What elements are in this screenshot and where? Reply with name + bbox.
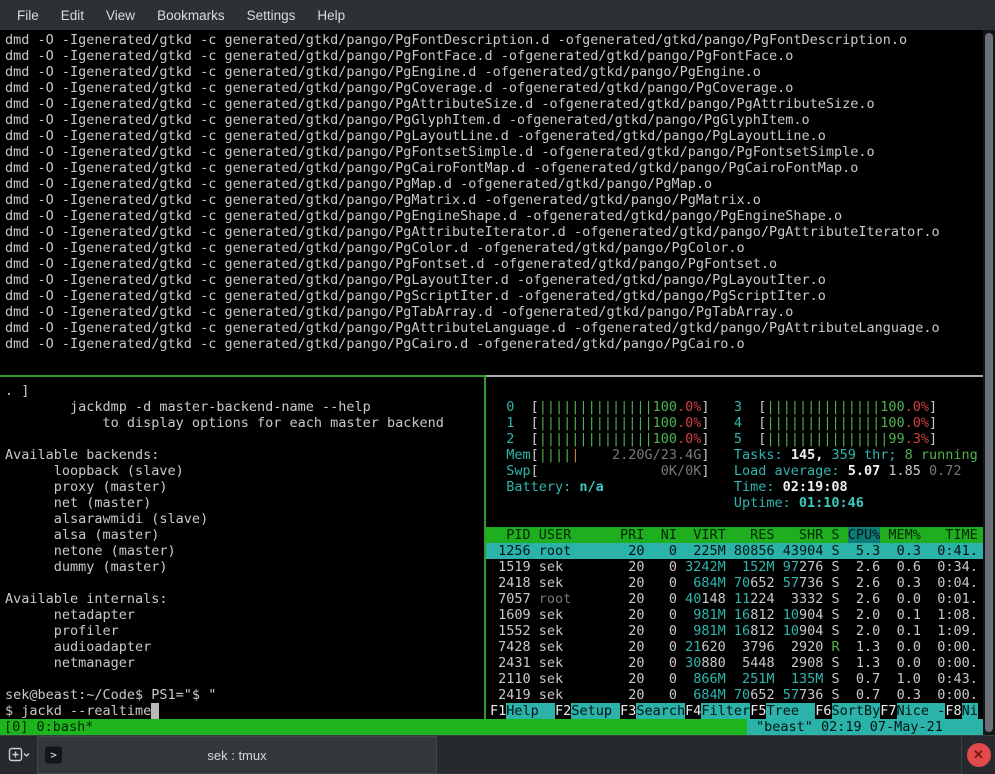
terminal-line bbox=[5, 575, 489, 591]
terminal-line: alsarawmidi (slave) bbox=[5, 511, 489, 527]
fkey-F2[interactable]: F2Setup bbox=[555, 703, 620, 719]
fkey-F8[interactable]: F8Ni bbox=[945, 703, 978, 719]
htop-cpu-meter-row: 0 [||||||||||||||100.0%] 3 [||||||||||||… bbox=[486, 399, 983, 415]
terminal-line: dmd -O -Igenerated/gtkd -c generated/gtk… bbox=[5, 112, 988, 128]
terminal-line: proxy (master) bbox=[5, 479, 489, 495]
menu-item-settings[interactable]: Settings bbox=[236, 3, 307, 28]
htop-info-row: Swp[ 0K/0K] Load average: 5.07 1.85 0.72 bbox=[486, 463, 983, 479]
terminal-line: alsa (master) bbox=[5, 527, 489, 543]
process-row[interactable]: 7057 root 20 0 40148 11224 3332 S 2.6 0.… bbox=[486, 591, 983, 607]
terminal-line: profiler bbox=[5, 623, 489, 639]
process-row[interactable]: 1552 sek 20 0 981M 16812 10904 S 2.0 0.1… bbox=[486, 623, 983, 639]
htop-fkey-bar: F1Help F2Setup F3SearchF4FilterF5Tree F6… bbox=[486, 703, 983, 719]
terminal-line: dmd -O -Igenerated/gtkd -c generated/gtk… bbox=[5, 160, 988, 176]
terminal-scrollbar[interactable] bbox=[983, 30, 995, 735]
htop-cpu-meter-row: 2 [||||||||||||||100.0%] 5 [||||||||||||… bbox=[486, 431, 983, 447]
terminal-line: dmd -O -Igenerated/gtkd -c generated/gtk… bbox=[5, 272, 988, 288]
menu-item-view[interactable]: View bbox=[95, 3, 146, 28]
process-row[interactable]: 7428 sek 20 0 21620 3796 2920 R 1.3 0.0 … bbox=[486, 639, 983, 655]
terminal-line bbox=[5, 671, 489, 687]
menu-item-edit[interactable]: Edit bbox=[50, 3, 95, 28]
htop-info-row: Mem[||||| 2.20G/23.4G] Tasks: 145, 359 t… bbox=[486, 447, 983, 463]
fkey-F7[interactable]: F7Nice - bbox=[880, 703, 945, 719]
terminal-line: Available internals: bbox=[5, 591, 489, 607]
process-row[interactable]: 1256 root 20 0 225M 80856 43904 S 5.3 0.… bbox=[486, 543, 983, 559]
terminal-line: loopback (slave) bbox=[5, 463, 489, 479]
terminal-line: dmd -O -Igenerated/gtkd -c generated/gtk… bbox=[5, 208, 988, 224]
menu-bar: FileEditViewBookmarksSettingsHelp bbox=[0, 0, 995, 30]
process-row[interactable]: 1609 sek 20 0 981M 16812 10904 S 2.0 0.1… bbox=[486, 607, 983, 623]
terminal-line: dmd -O -Igenerated/gtkd -c generated/gtk… bbox=[5, 64, 988, 80]
terminal-line: dmd -O -Igenerated/gtkd -c generated/gtk… bbox=[5, 128, 988, 144]
fkey-F6[interactable]: F6SortBy bbox=[815, 703, 880, 719]
scrollbar-thumb[interactable] bbox=[985, 33, 993, 732]
terminal-icon: > bbox=[45, 747, 62, 764]
tmux-host-clock-label: "beast" 02:19 07-May-21 bbox=[747, 719, 983, 735]
terminal-line: netadapter bbox=[5, 607, 489, 623]
sort-column-header: CPU% bbox=[848, 527, 881, 543]
text-cursor bbox=[151, 703, 159, 719]
process-row[interactable]: 2110 sek 20 0 866M 251M 135M S 0.7 1.0 0… bbox=[486, 671, 983, 687]
terminal-line: dmd -O -Igenerated/gtkd -c generated/gtk… bbox=[5, 144, 988, 160]
fkey-F5[interactable]: F5Tree bbox=[750, 703, 815, 719]
tmux-pane-htop[interactable]: 0 [||||||||||||||100.0%] 3 [||||||||||||… bbox=[486, 377, 983, 741]
menu-item-bookmarks[interactable]: Bookmarks bbox=[146, 3, 236, 28]
tmux-pane-shell[interactable]: . ] jackdmp -d master-backend-name --hel… bbox=[0, 377, 489, 725]
terminal-line: dmd -O -Igenerated/gtkd -c generated/gtk… bbox=[5, 288, 988, 304]
terminal-line: dmd -O -Igenerated/gtkd -c generated/gtk… bbox=[5, 336, 988, 352]
tab-bar-empty-space bbox=[437, 736, 961, 774]
terminal-line: dmd -O -Igenerated/gtkd -c generated/gtk… bbox=[5, 240, 988, 256]
terminal-line: dmd -O -Igenerated/gtkd -c generated/gtk… bbox=[5, 192, 988, 208]
process-row[interactable]: 2418 sek 20 0 684M 70652 57736 S 2.6 0.3… bbox=[486, 575, 983, 591]
terminal-line: dmd -O -Igenerated/gtkd -c generated/gtk… bbox=[5, 96, 988, 112]
terminal-line: dmd -O -Igenerated/gtkd -c generated/gtk… bbox=[5, 304, 988, 320]
terminal-line bbox=[5, 431, 489, 447]
terminal-line: netmanager bbox=[5, 655, 489, 671]
fkey-F4[interactable]: F4Filter bbox=[685, 703, 750, 719]
terminal-line: Available backends: bbox=[5, 447, 489, 463]
htop-cpu-meter-row: 1 [||||||||||||||100.0%] 4 [||||||||||||… bbox=[486, 415, 983, 431]
shell-prompt-line: $ jackd --realtime bbox=[5, 703, 489, 719]
fkey-F3[interactable]: F3Search bbox=[620, 703, 685, 719]
menu-item-help[interactable]: Help bbox=[306, 3, 356, 28]
terminal-line: to display options for each master backe… bbox=[5, 415, 489, 431]
menu-item-file[interactable]: File bbox=[6, 3, 50, 28]
new-tab-icon bbox=[8, 747, 30, 763]
terminal-line: dmd -O -Igenerated/gtkd -c generated/gtk… bbox=[5, 80, 988, 96]
terminal-line: net (master) bbox=[5, 495, 489, 511]
tab-sek-tmux[interactable]: > sek : tmux bbox=[37, 736, 437, 774]
htop-info-row: Battery: n/a Time: 02:19:08 bbox=[486, 479, 983, 495]
terminal-line: netone (master) bbox=[5, 543, 489, 559]
terminal-line: dmd -O -Igenerated/gtkd -c generated/gtk… bbox=[5, 48, 988, 64]
terminal-area[interactable]: dmd -O -Igenerated/gtkd -c generated/gtk… bbox=[0, 30, 995, 735]
process-row[interactable]: 2431 sek 20 0 30880 5448 2908 S 1.3 0.0 … bbox=[486, 655, 983, 671]
terminal-line: sek@beast:~/Code$ PS1="$ " bbox=[5, 687, 489, 703]
terminal-line: dmd -O -Igenerated/gtkd -c generated/gtk… bbox=[5, 224, 988, 240]
close-icon[interactable]: ✕ bbox=[967, 743, 991, 767]
tmux-session-window-label: [0] 0:bash* bbox=[0, 719, 93, 735]
terminal-line: . ] bbox=[5, 383, 489, 399]
fkey-F1[interactable]: F1Help bbox=[490, 703, 555, 719]
terminal-line: dmd -O -Igenerated/gtkd -c generated/gtk… bbox=[5, 256, 988, 272]
process-row[interactable]: 1519 sek 20 0 3242M 152M 97276 S 2.6 0.6… bbox=[486, 559, 983, 575]
htop-info-row bbox=[486, 511, 983, 527]
process-row[interactable]: 2419 sek 20 0 684M 70652 57736 S 0.7 0.3… bbox=[486, 687, 983, 703]
terminal-line: dummy (master) bbox=[5, 559, 489, 575]
tab-title: sek : tmux bbox=[207, 748, 266, 763]
konsole-window: FileEditViewBookmarksSettingsHelp dmd -O… bbox=[0, 0, 995, 774]
terminal-line: dmd -O -Igenerated/gtkd -c generated/gtk… bbox=[5, 320, 988, 336]
new-tab-button[interactable] bbox=[0, 736, 37, 774]
terminal-line: dmd -O -Igenerated/gtkd -c generated/gtk… bbox=[5, 176, 988, 192]
tmux-status-bar: [0] 0:bash* "beast" 02:19 07-May-21 bbox=[0, 719, 983, 735]
tmux-status-spacer bbox=[93, 719, 747, 735]
htop-info-row: Uptime: 01:10:46 bbox=[486, 495, 983, 511]
terminal-line: dmd -O -Igenerated/gtkd -c generated/gtk… bbox=[5, 32, 988, 48]
close-tab-area: ✕ bbox=[961, 736, 995, 774]
tmux-pane-build-output[interactable]: dmd -O -Igenerated/gtkd -c generated/gtk… bbox=[0, 30, 988, 377]
terminal-line: jackdmp -d master-backend-name --help bbox=[5, 399, 489, 415]
terminal-line: audioadapter bbox=[5, 639, 489, 655]
htop-table-header[interactable]: PID USER PRI NI VIRT RES SHR S CPU% MEM%… bbox=[486, 527, 983, 543]
